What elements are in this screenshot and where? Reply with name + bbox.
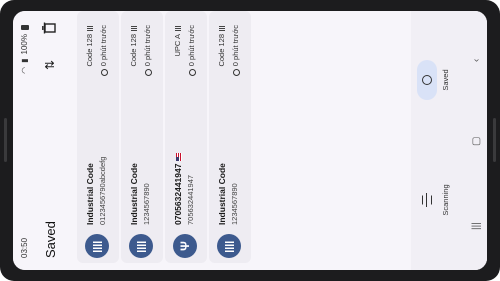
item-title: 070563244194​7 xyxy=(173,152,183,225)
mini-barcode-icon xyxy=(219,25,226,31)
item-value: 705632441947 xyxy=(186,174,195,225)
system-navigation-bar: ||| ▢ ‹ xyxy=(467,11,487,270)
signal-icon: ▮ xyxy=(20,58,29,63)
item-time-label: 0 phút trước xyxy=(187,25,196,67)
battery-icon xyxy=(20,25,29,30)
status-bar: 03:50 ◠ ▮ 100% xyxy=(13,11,37,270)
item-title-text: 070563244194​7 xyxy=(173,163,183,225)
barcode-icon xyxy=(85,234,109,258)
top-app-bar: Saved ⇅ xyxy=(37,11,73,270)
wifi-icon: ◠ xyxy=(20,66,29,74)
nav-saved-label: Saved xyxy=(441,69,450,91)
item-time: 0 phút trước xyxy=(187,25,196,77)
item-format: Code 128 xyxy=(217,25,226,67)
list-item[interactable]: Ψ 070563244194​7 705632441947 UPC A 0 ph… xyxy=(165,11,207,263)
mini-barcode-icon xyxy=(175,25,182,31)
list-item[interactable]: Industrial Code 1234567890 Code 128 0 ph… xyxy=(121,11,163,263)
scan-icon xyxy=(422,195,432,205)
item-format-label: Code 128 xyxy=(85,34,94,67)
item-format-label: Code 128 xyxy=(129,34,138,67)
item-format: UPC A xyxy=(173,25,182,57)
history-icon xyxy=(144,69,152,77)
item-title: Industrial Code xyxy=(217,163,227,225)
recents-icon[interactable]: ||| xyxy=(471,222,482,230)
battery-percent: 100% xyxy=(20,34,29,55)
status-time: 03:50 xyxy=(20,237,29,258)
home-icon[interactable]: ▢ xyxy=(471,137,482,146)
device-frame: 03:50 ◠ ▮ 100% Saved ⇅ Industrial Code 0… xyxy=(0,0,500,281)
nav-saved-pill xyxy=(417,60,437,100)
item-time-label: 0 phút trước xyxy=(143,25,152,67)
rotated-app: 03:50 ◠ ▮ 100% Saved ⇅ Industrial Code 0… xyxy=(13,11,487,270)
list-item[interactable]: Industrial Code 0123456790abcdefg Code 1… xyxy=(77,11,119,263)
back-icon[interactable]: ‹ xyxy=(471,59,482,62)
history-icon xyxy=(422,75,432,85)
item-format: Code 128 xyxy=(129,25,138,67)
screen: 03:50 ◠ ▮ 100% Saved ⇅ Industrial Code 0… xyxy=(13,11,487,270)
list-item[interactable]: Industrial Code 1234567890 Code 128 0 ph… xyxy=(209,11,251,263)
item-value: 1234567890 xyxy=(230,183,239,225)
barcode-icon xyxy=(129,234,153,258)
us-flag-icon xyxy=(175,152,182,161)
mini-barcode-icon xyxy=(87,25,94,31)
item-time: 0 phút trước xyxy=(143,25,152,77)
nav-scanning-pill xyxy=(417,180,437,220)
sort-icon[interactable]: ⇅ xyxy=(43,60,57,70)
page-title: Saved xyxy=(43,221,58,258)
fork-knife-icon: Ψ xyxy=(173,234,197,258)
history-icon xyxy=(232,69,240,77)
item-title: Industrial Code xyxy=(129,163,139,225)
item-format-label: Code 128 xyxy=(217,34,226,67)
item-value: 1234567890 xyxy=(142,183,151,225)
mini-barcode-icon xyxy=(131,25,138,31)
status-right: ◠ ▮ 100% xyxy=(20,25,29,74)
nav-saved[interactable]: Saved xyxy=(417,40,450,120)
nav-scanning[interactable]: Scanning xyxy=(417,160,450,240)
history-icon xyxy=(100,69,108,77)
item-format-label: UPC A xyxy=(173,34,182,57)
item-time-label: 0 phút trước xyxy=(231,25,240,67)
item-format: Code 128 xyxy=(85,25,94,67)
bottom-navigation: Scanning Saved xyxy=(411,11,467,270)
history-icon xyxy=(188,69,196,77)
frame-side-notch xyxy=(4,118,7,162)
item-time: 0 phút trước xyxy=(99,25,108,77)
nav-scanning-label: Scanning xyxy=(441,184,450,216)
delete-icon[interactable] xyxy=(42,22,56,34)
barcode-icon xyxy=(217,234,241,258)
frame-side-notch xyxy=(493,118,496,162)
item-time: 0 phút trước xyxy=(231,25,240,77)
item-time-label: 0 phút trước xyxy=(99,25,108,67)
item-value: 0123456790abcdefg xyxy=(98,156,107,225)
item-title: Industrial Code xyxy=(85,163,95,225)
